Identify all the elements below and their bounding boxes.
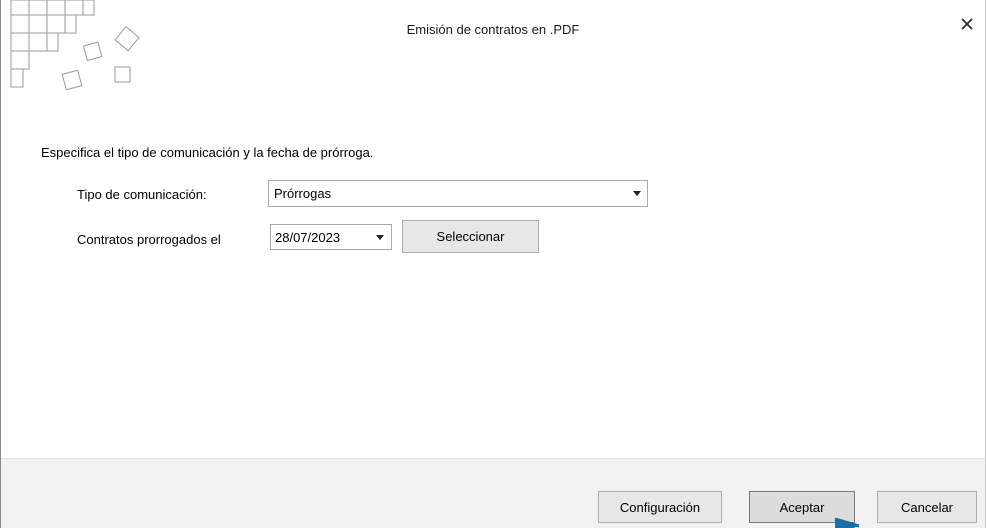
dialog-window: Emisión de contratos en .PDF Especifica …	[0, 0, 986, 528]
close-icon	[961, 18, 973, 30]
date-picker[interactable]: 28/07/2023	[270, 224, 392, 250]
window-title: Emisión de contratos en .PDF	[406, 22, 580, 37]
cancelar-button[interactable]: Cancelar	[877, 491, 977, 523]
pointer-arrow-icon	[834, 517, 860, 528]
contratos-prorrogados-label: Contratos prorrogados el	[77, 232, 221, 247]
tipo-comunicacion-value: Prórrogas	[274, 186, 332, 201]
app-logo-icon	[10, 0, 140, 91]
configuracion-button[interactable]: Configuración	[598, 491, 722, 523]
title-bar: Emisión de contratos en .PDF	[1, 0, 985, 100]
date-value: 28/07/2023	[275, 229, 341, 245]
tipo-comunicacion-label: Tipo de comunicación:	[77, 187, 207, 202]
dropdown-arrow-icon[interactable]	[627, 181, 647, 206]
instruction-text: Especifica el tipo de comunicación y la …	[41, 145, 374, 160]
close-button[interactable]	[955, 12, 979, 36]
tipo-comunicacion-select[interactable]: Prórrogas	[268, 180, 648, 207]
seleccionar-button[interactable]: Seleccionar	[402, 220, 539, 253]
date-dropdown-icon[interactable]	[369, 234, 391, 240]
